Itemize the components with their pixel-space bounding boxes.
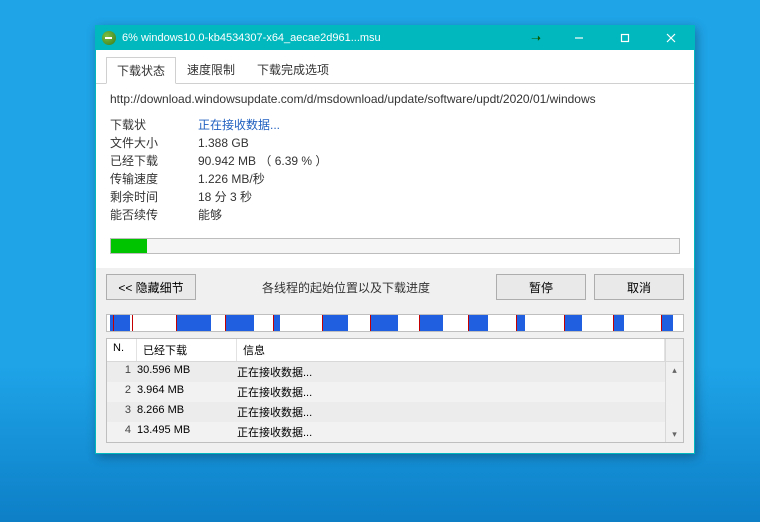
status-label: 下载状 bbox=[110, 116, 198, 134]
cell-info: 正在接收数据... bbox=[237, 384, 659, 400]
segment-tick bbox=[113, 315, 114, 331]
scroll-header bbox=[665, 339, 683, 361]
download-dialog: 6% windows10.0-kb4534307-x64_aecae2d961.… bbox=[95, 25, 695, 454]
button-row: << 隐藏细节 各线程的起始位置以及下载进度 暂停 取消 bbox=[96, 268, 694, 312]
cell-info: 正在接收数据... bbox=[237, 404, 659, 420]
segment-bar[interactable] bbox=[106, 314, 684, 332]
tab-bar: 下载状态 速度限制 下载完成选项 bbox=[96, 50, 694, 84]
segment-tick bbox=[516, 315, 517, 331]
col-info[interactable]: 信息 bbox=[237, 339, 665, 361]
segment-fill bbox=[322, 315, 348, 331]
progress-fill bbox=[111, 239, 147, 253]
segment-tick bbox=[273, 315, 274, 331]
close-button[interactable] bbox=[648, 26, 694, 50]
progress-bar bbox=[110, 238, 680, 254]
segment-fill bbox=[468, 315, 488, 331]
col-n[interactable]: N. bbox=[107, 339, 137, 361]
speed-value: 1.226 MB/秒 bbox=[198, 170, 265, 188]
scroll-up-icon[interactable]: ▴ bbox=[666, 362, 683, 378]
segment-fill bbox=[176, 315, 211, 331]
tab-on-complete[interactable]: 下载完成选项 bbox=[246, 56, 340, 83]
segment-tick bbox=[468, 315, 469, 331]
remaining-label: 剩余时间 bbox=[110, 188, 198, 206]
segment-tick bbox=[322, 315, 323, 331]
segment-tick bbox=[176, 315, 177, 331]
size-value: 1.388 GB bbox=[198, 134, 249, 152]
table-row[interactable]: 38.266 MB正在接收数据... bbox=[107, 402, 665, 422]
thread-table: N. 已经下载 信息 130.596 MB正在接收数据...23.964 MB正… bbox=[106, 338, 684, 443]
app-icon bbox=[102, 31, 116, 45]
cell-n: 1 bbox=[113, 364, 137, 380]
resume-value: 能够 bbox=[198, 206, 222, 224]
cell-downloaded: 13.495 MB bbox=[137, 424, 237, 440]
size-label: 文件大小 bbox=[110, 134, 198, 152]
window-title: 6% windows10.0-kb4534307-x64_aecae2d961.… bbox=[122, 32, 516, 44]
tray-arrow-icon[interactable]: ➝ bbox=[516, 31, 556, 45]
segment-fill bbox=[370, 315, 398, 331]
tab-speed-limit[interactable]: 速度限制 bbox=[176, 56, 246, 83]
table-row[interactable]: 413.495 MB正在接收数据... bbox=[107, 422, 665, 442]
table-row[interactable]: 130.596 MB正在接收数据... bbox=[107, 362, 665, 382]
segment-fill bbox=[225, 315, 254, 331]
maximize-button[interactable] bbox=[602, 26, 648, 50]
segment-tick bbox=[564, 315, 565, 331]
tab-status[interactable]: 下载状态 bbox=[106, 57, 176, 84]
cancel-button[interactable]: 取消 bbox=[594, 274, 684, 300]
cell-n: 3 bbox=[113, 404, 137, 420]
threads-heading: 各线程的起始位置以及下载进度 bbox=[204, 279, 488, 296]
cell-n: 4 bbox=[113, 424, 137, 440]
thread-table-header: N. 已经下载 信息 bbox=[107, 339, 683, 362]
scroll-down-icon[interactable]: ▾ bbox=[666, 426, 683, 442]
segment-fill bbox=[661, 315, 673, 331]
segment-fill bbox=[419, 315, 443, 331]
content-panel: http://download.windowsupdate.com/d/msdo… bbox=[96, 84, 694, 268]
segment-fill bbox=[516, 315, 525, 331]
downloaded-value: 90.942 MB （ 6.39 % ） bbox=[198, 152, 327, 170]
segment-tick bbox=[661, 315, 662, 331]
table-row[interactable]: 23.964 MB正在接收数据... bbox=[107, 382, 665, 402]
segment-fill bbox=[564, 315, 581, 331]
cell-info: 正在接收数据... bbox=[237, 364, 659, 380]
status-value: 正在接收数据... bbox=[198, 116, 280, 134]
speed-label: 传输速度 bbox=[110, 170, 198, 188]
remaining-value: 18 分 3 秒 bbox=[198, 188, 252, 206]
segment-fill bbox=[273, 315, 280, 331]
cell-downloaded: 3.964 MB bbox=[137, 384, 237, 400]
titlebar[interactable]: 6% windows10.0-kb4534307-x64_aecae2d961.… bbox=[96, 26, 694, 50]
download-url: http://download.windowsupdate.com/d/msdo… bbox=[110, 92, 680, 106]
pause-button[interactable]: 暂停 bbox=[496, 274, 586, 300]
downloaded-label: 已经下载 bbox=[110, 152, 198, 170]
resume-label: 能否续传 bbox=[110, 206, 198, 224]
col-downloaded[interactable]: 已经下载 bbox=[137, 339, 237, 361]
segment-tick bbox=[225, 315, 226, 331]
segment-tick bbox=[370, 315, 371, 331]
segment-tick bbox=[132, 315, 133, 331]
cell-info: 正在接收数据... bbox=[237, 424, 659, 440]
cell-downloaded: 30.596 MB bbox=[137, 364, 237, 380]
segment-tick bbox=[419, 315, 420, 331]
cell-downloaded: 8.266 MB bbox=[137, 404, 237, 420]
hide-details-button[interactable]: << 隐藏细节 bbox=[106, 274, 196, 300]
segment-tick bbox=[613, 315, 614, 331]
segment-fill bbox=[613, 315, 625, 331]
cell-n: 2 bbox=[113, 384, 137, 400]
thread-table-body: 130.596 MB正在接收数据...23.964 MB正在接收数据...38.… bbox=[107, 362, 665, 442]
minimize-button[interactable] bbox=[556, 26, 602, 50]
scrollbar[interactable]: ▴ ▾ bbox=[665, 362, 683, 442]
